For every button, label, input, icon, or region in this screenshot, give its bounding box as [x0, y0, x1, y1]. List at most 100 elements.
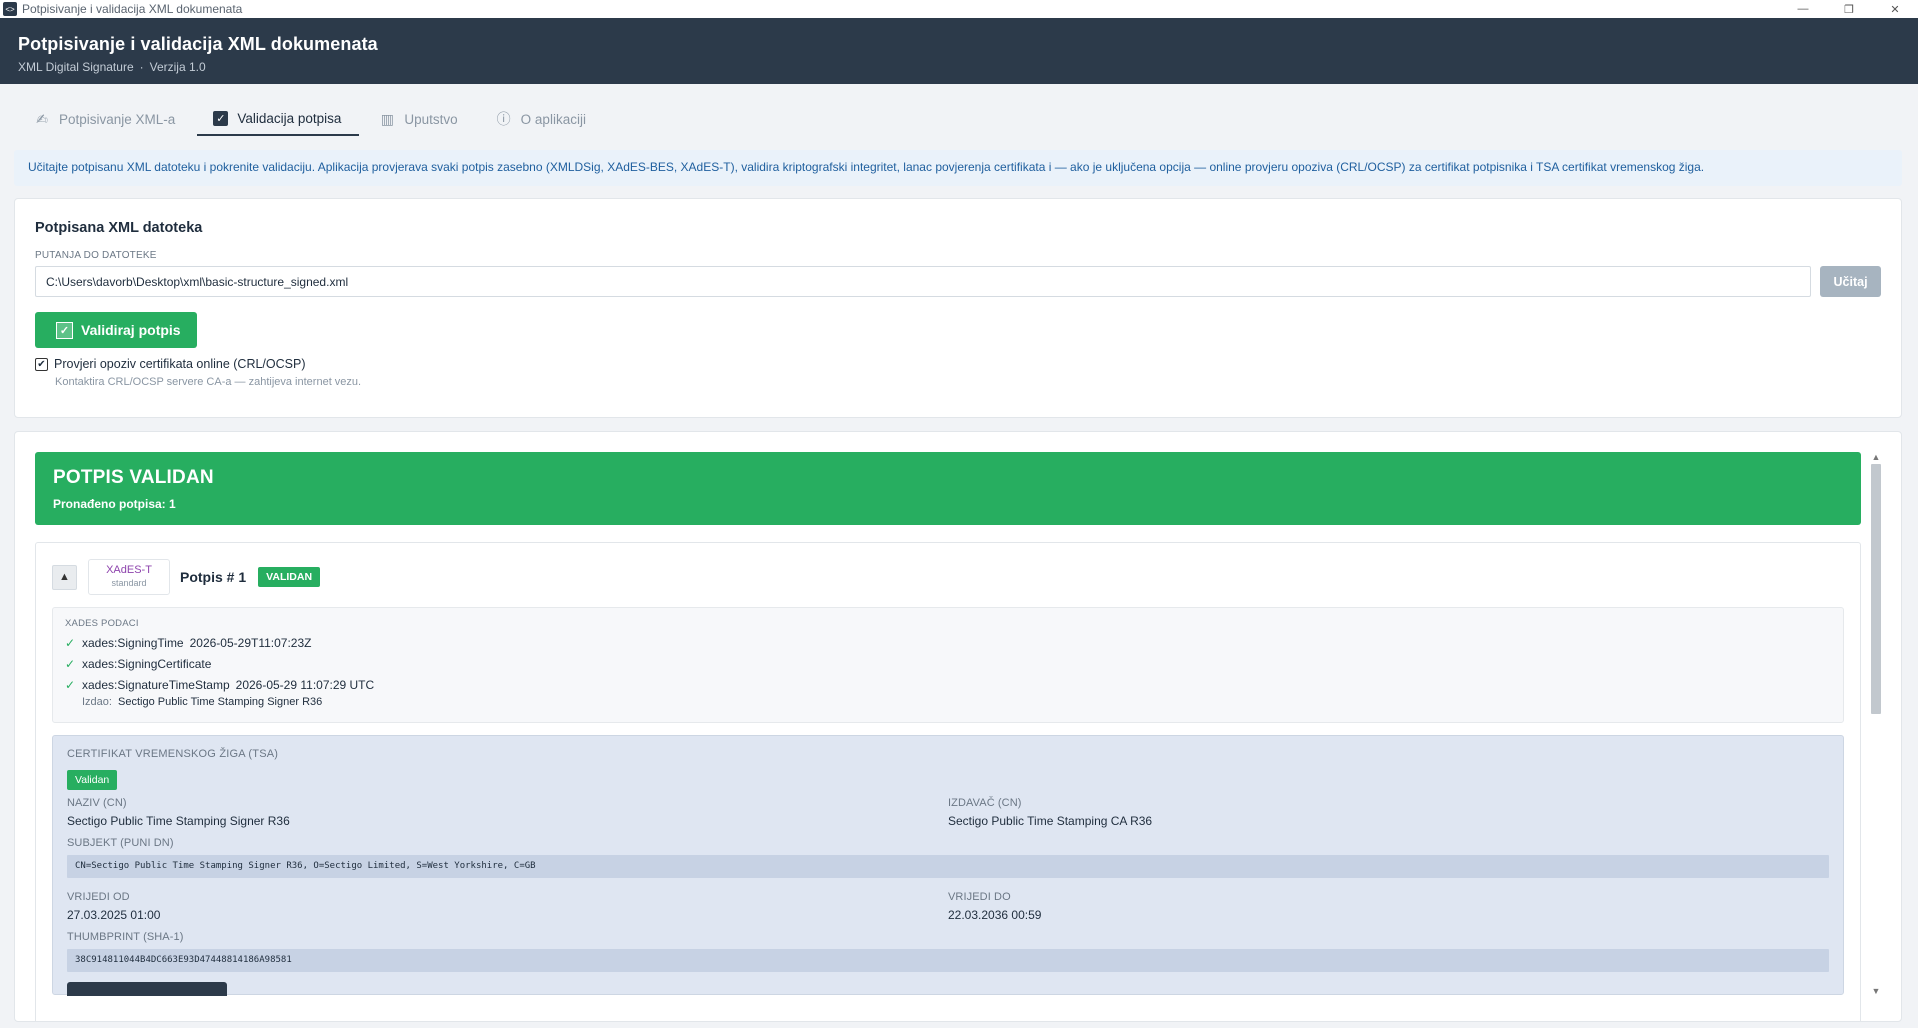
- info-icon: ⓘ: [496, 111, 511, 127]
- xades-label: XAdES PODACI: [65, 618, 139, 629]
- tab-validacija[interactable]: ✓ Validacija potpisa: [197, 102, 360, 136]
- field-label: IZDAVAČ (CN): [948, 797, 1022, 809]
- tab-label: Potpisivanje XML-a: [59, 111, 176, 127]
- field-label: THUMBPRINT (SHA-1): [67, 931, 184, 943]
- tsa-issuer-field: IZDAVAČ (CN) Sectigo Public Time Stampin…: [948, 797, 1829, 828]
- field-label: VRIJEDI DO: [948, 891, 1011, 903]
- close-button[interactable]: ✕: [1872, 0, 1918, 18]
- certificate-details-button[interactable]: [67, 982, 227, 996]
- tab-o-aplikaciji[interactable]: ⓘ O aplikaciji: [480, 102, 604, 136]
- sign-icon: ✍: [36, 110, 48, 127]
- signature-header: ▲ XAdES-T standard Potpis # 1 VALIDAN: [52, 559, 1844, 595]
- standard-name: XAdES-T: [106, 564, 152, 576]
- validate-button-label: Validiraj potpis: [81, 322, 181, 338]
- xades-item: ✓ xades:SigningTime 2026-05-29T11:07:23Z: [65, 636, 1831, 650]
- path-label: PUTANJA DO DATOTEKE: [35, 250, 157, 261]
- standard-sub: standard: [111, 578, 147, 588]
- xades-item-value: 2026-05-29 11:07:29 UTC: [235, 678, 375, 692]
- checkbox-icon: ✓: [213, 110, 229, 126]
- app-subtitle: XML Digital Signature · Verzija 1.0: [18, 60, 1900, 74]
- validate-button[interactable]: ✓ Validiraj potpis: [35, 312, 197, 348]
- subtitle-separator: ·: [139, 60, 144, 74]
- collapse-button[interactable]: ▲: [52, 564, 77, 590]
- tab-label: Uputstvo: [404, 111, 458, 127]
- tab-uputstvo[interactable]: ▥ Uputstvo: [363, 102, 475, 136]
- tsa-name-field: NAZIV (CN) Sectigo Public Time Stamping …: [67, 797, 948, 828]
- scroll-track[interactable]: [1869, 464, 1883, 984]
- app-subtitle-name: XML Digital Signature: [18, 60, 134, 74]
- xades-item-name: xades:SignatureTimeStamp: [82, 678, 230, 692]
- tsa-names-row: NAZIV (CN) Sectigo Public Time Stamping …: [67, 797, 1829, 828]
- issuer-label: Izdao:: [82, 696, 112, 708]
- tab-label: O aplikaciji: [520, 111, 586, 127]
- field-value: 27.03.2025 01:00: [67, 908, 161, 922]
- window-title: Potpisivanje i validacija XML dokumenata: [22, 2, 243, 16]
- tsa-label: CERTIFIKAT VREMENSKOG ŽIGA (TSA): [67, 748, 279, 760]
- tsa-subject-field: SUBJEKT (puni DN) CN=Sectigo Public Time…: [67, 837, 1829, 878]
- info-banner: Učitajte potpisanu XML datoteku i pokren…: [14, 150, 1902, 186]
- os-titlebar: <> Potpisivanje i validacija XML dokumen…: [0, 0, 1918, 18]
- result-title: POTPIS VALIDAN: [53, 467, 214, 488]
- app-title: Potpisivanje i validacija XML dokumenata: [18, 34, 378, 54]
- signature-title: Potpis # 1: [180, 569, 247, 585]
- results-scrollbar[interactable]: ▲ ▼: [1869, 450, 1883, 998]
- check-icon: ✓: [65, 678, 76, 692]
- xades-item-name: xades:SigningCertificate: [82, 657, 212, 671]
- status-badge: VALIDAN: [258, 567, 321, 587]
- standard-badge: XAdES-T standard: [88, 559, 170, 595]
- xades-item: ✓ xades:SigningCertificate: [65, 657, 1831, 671]
- xades-item: ✓ xades:SignatureTimeStamp 2026-05-29 11…: [65, 678, 1831, 692]
- path-row: Učitaj: [35, 266, 1881, 297]
- subject-dn-value[interactable]: CN=Sectigo Public Time Stamping Signer R…: [67, 855, 1829, 878]
- file-path-input[interactable]: [35, 266, 1812, 297]
- tsa-validity-row: VRIJEDI OD 27.03.2025 01:00 VRIJEDI DO 2…: [67, 891, 1829, 922]
- scroll-up-icon[interactable]: ▲: [1869, 450, 1883, 464]
- restore-button[interactable]: ❐: [1826, 0, 1872, 18]
- xades-section: XAdES PODACI ✓ xades:SigningTime 2026-05…: [52, 607, 1844, 723]
- check-icon: ✓: [65, 657, 76, 671]
- window-controls: — ❐ ✕: [1780, 0, 1918, 18]
- valid-to-field: VRIJEDI DO 22.03.2036 00:59: [948, 891, 1829, 922]
- count-label: Pronađeno potpisa:: [53, 497, 166, 511]
- tsa-status-badge: Validan: [67, 770, 118, 790]
- field-value: Sectigo Public Time Stamping Signer R36: [67, 814, 290, 828]
- issuer-value: Sectigo Public Time Stamping Signer R36: [118, 696, 323, 708]
- tsa-thumbprint-field: THUMBPRINT (SHA-1) 38C914811044B4DC663E9…: [67, 931, 1829, 972]
- file-card: Potpisana XML datoteka PUTANJA DO DATOTE…: [14, 198, 1902, 418]
- xades-item-value: 2026-05-29T11:07:23Z: [189, 636, 312, 650]
- xades-item-name: xades:SigningTime: [82, 636, 184, 650]
- thumbprint-value[interactable]: 38C914811044B4DC663E93D47448814186A98581: [67, 949, 1829, 972]
- revocation-hint: Kontaktira CRL/OCSP servere CA-a — zahti…: [55, 376, 362, 388]
- minimize-button[interactable]: —: [1780, 0, 1826, 18]
- field-value: Sectigo Public Time Stamping CA R36: [948, 814, 1153, 828]
- check-icon: ✓: [65, 636, 76, 650]
- field-label: NAZIV (CN): [67, 797, 127, 809]
- field-label: SUBJEKT (puni DN): [67, 837, 174, 849]
- tab-bar: ✍ Potpisivanje XML-a ✓ Validacija potpis…: [18, 102, 608, 136]
- field-value: 22.03.2036 00:59: [948, 908, 1042, 922]
- signature-panel: ▲ XAdES-T standard Potpis # 1 VALIDAN XA…: [35, 542, 1861, 1021]
- count-value: 1: [169, 497, 176, 511]
- tab-potpisivanje[interactable]: ✍ Potpisivanje XML-a: [18, 102, 193, 136]
- result-banner: POTPIS VALIDAN Pronađeno potpisa: 1: [35, 452, 1861, 525]
- file-card-title: Potpisana XML datoteka: [35, 220, 203, 236]
- timestamp-issuer: Izdao: Sectigo Public Time Stamping Sign…: [82, 696, 1831, 708]
- check-icon: ✓: [56, 321, 73, 339]
- field-label: VRIJEDI OD: [67, 891, 130, 903]
- book-icon: ▥: [380, 110, 394, 127]
- tsa-certificate-section: CERTIFIKAT VREMENSKOG ŽIGA (TSA) Validan…: [52, 735, 1844, 996]
- app-header: Potpisivanje i validacija XML dokumenata…: [0, 18, 1918, 84]
- valid-from-field: VRIJEDI OD 27.03.2025 01:00: [67, 891, 948, 922]
- scroll-down-icon[interactable]: ▼: [1869, 984, 1883, 998]
- revocation-option[interactable]: ✔ Provjeri opoziv certifikata online (CR…: [35, 357, 1881, 371]
- tab-label: Validacija potpisa: [237, 110, 342, 126]
- app-icon: <>: [3, 2, 17, 16]
- revocation-label: Provjeri opoziv certifikata online (CRL/…: [54, 357, 306, 371]
- chevron-up-icon: ▲: [59, 571, 70, 583]
- app-version: Verzija 1.0: [149, 60, 206, 74]
- revocation-checkbox[interactable]: ✔: [35, 357, 48, 371]
- signature-count: Pronađeno potpisa: 1: [53, 497, 1843, 511]
- load-button[interactable]: Učitaj: [1820, 266, 1881, 297]
- scroll-thumb[interactable]: [1871, 464, 1881, 714]
- results-card: POTPIS VALIDAN Pronađeno potpisa: 1 ▲ XA…: [14, 431, 1902, 1022]
